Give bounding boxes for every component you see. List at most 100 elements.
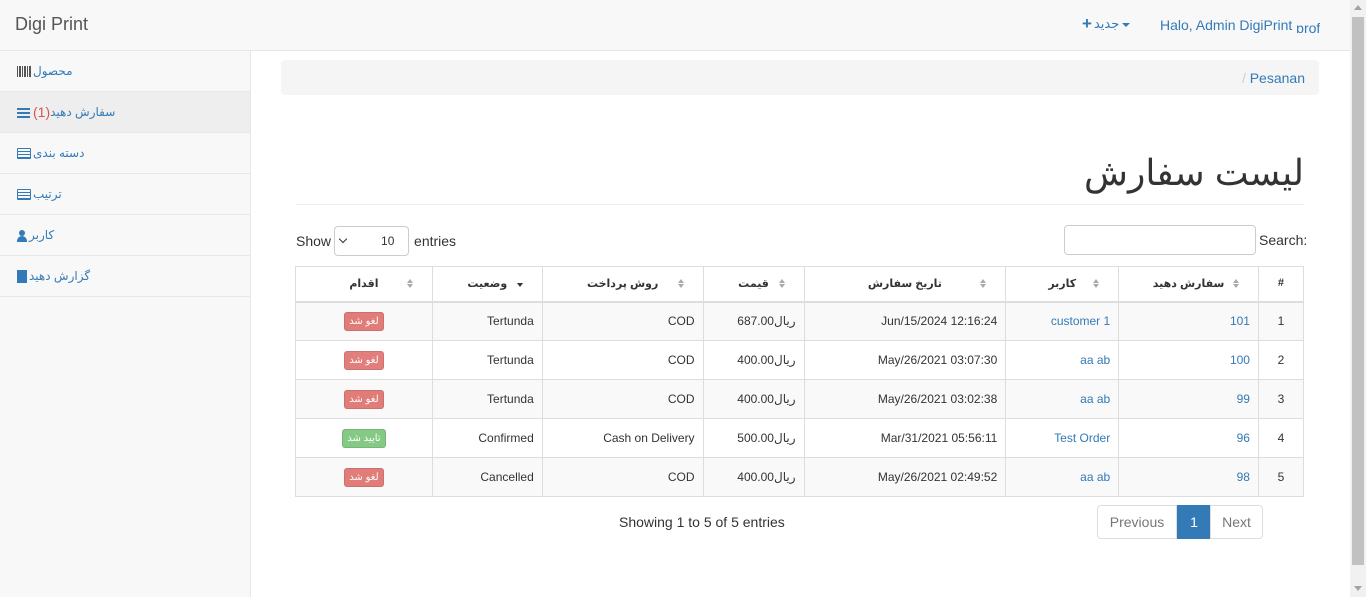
sidebar: محصول (1) سفارش دهید دسته بندی ترتیب کار… bbox=[0, 51, 251, 597]
search-input[interactable] bbox=[1064, 225, 1256, 255]
scroll-down-icon[interactable] bbox=[1354, 586, 1362, 591]
sidebar-item-label: ترتیب bbox=[33, 187, 62, 201]
sort-icon bbox=[1093, 279, 1100, 289]
breadcrumb: / Pesanan bbox=[281, 60, 1319, 95]
user-link[interactable]: aa ab bbox=[1080, 470, 1110, 484]
date-cell: May/26/2021 03:02:38 bbox=[803, 379, 1007, 419]
scroll-thumb[interactable] bbox=[1352, 17, 1364, 565]
search-label: Search: bbox=[1259, 232, 1308, 248]
action-badge-button[interactable]: تایید شد bbox=[342, 428, 386, 448]
column-header-price[interactable]: قیمت bbox=[702, 266, 805, 303]
sidebar-item-users[interactable]: کاربر bbox=[0, 215, 250, 256]
order-link-cell: 99 bbox=[1118, 379, 1259, 419]
user-link-cell: aa ab bbox=[1005, 457, 1120, 497]
previous-page-button[interactable]: Previous bbox=[1097, 505, 1177, 539]
user-icon bbox=[17, 229, 27, 242]
breadcrumb-current[interactable]: Pesanan bbox=[1250, 70, 1305, 86]
column-header-user[interactable]: کاربر bbox=[1005, 266, 1120, 303]
action-cell: لغو شد bbox=[295, 301, 433, 341]
order-link[interactable]: 96 bbox=[1237, 431, 1250, 445]
date-cell: Mar/31/2021 05:56:11 bbox=[803, 418, 1007, 458]
column-header-payment[interactable]: روش پرداخت bbox=[541, 266, 704, 303]
table-row: تایید شد Confirmed Cash on Delivery 500.00ر… bbox=[295, 418, 1305, 458]
barcode-icon bbox=[17, 65, 31, 77]
action-badge-button[interactable]: لغو شد bbox=[344, 389, 384, 409]
action-cell: لغو شد bbox=[295, 379, 433, 419]
row-number: 3 bbox=[1257, 379, 1305, 419]
action-badge-button[interactable]: لغو شد bbox=[344, 467, 384, 487]
payment-cell: Cash on Delivery bbox=[541, 418, 704, 458]
sort-desc-icon bbox=[516, 279, 524, 289]
order-link-cell: 100 bbox=[1118, 340, 1259, 380]
brand-link[interactable]: Digi Print bbox=[15, 14, 88, 35]
scroll-up-icon[interactable] bbox=[1354, 5, 1362, 10]
column-header-date[interactable]: تاریخ سفارش bbox=[803, 266, 1007, 303]
row-number: 2 bbox=[1257, 340, 1305, 380]
page-length-value: 10 bbox=[381, 234, 395, 248]
user-link[interactable]: Test Order bbox=[1054, 431, 1110, 445]
user-link[interactable]: aa ab bbox=[1080, 392, 1110, 406]
plus-icon: + bbox=[1082, 14, 1092, 33]
order-link[interactable]: 101 bbox=[1230, 314, 1250, 328]
sort-icon bbox=[778, 279, 786, 289]
row-number: 1 bbox=[1257, 301, 1305, 341]
user-link-cell: Test Order bbox=[1005, 418, 1120, 458]
sort-icon bbox=[406, 279, 414, 289]
sidebar-item-reports[interactable]: گزارش دهید bbox=[0, 256, 250, 297]
breadcrumb-separator: / bbox=[1241, 70, 1246, 86]
entries-label: entries bbox=[414, 233, 457, 249]
sidebar-item-categories[interactable]: دسته بندی bbox=[0, 133, 250, 174]
page-length-select[interactable]: 10 bbox=[334, 226, 410, 256]
user-menu[interactable]: Halo, Admin DigiPrint prof bbox=[1160, 17, 1320, 33]
action-badge-button[interactable]: لغو شد bbox=[344, 350, 384, 370]
bars-icon bbox=[17, 107, 31, 118]
column-header-status[interactable]: وضعیت bbox=[431, 266, 543, 303]
payment-cell: COD bbox=[541, 379, 704, 419]
title-divider bbox=[296, 204, 1304, 205]
new-dropdown[interactable]: + جدید bbox=[1082, 14, 1131, 33]
order-link[interactable]: 98 bbox=[1237, 470, 1250, 484]
sidebar-item-label: کاربر bbox=[29, 228, 55, 242]
column-header-number[interactable]: # bbox=[1257, 266, 1305, 303]
next-page-button[interactable]: Next bbox=[1210, 505, 1263, 539]
sidebar-item-label: دسته بندی bbox=[33, 146, 85, 160]
order-link[interactable]: 100 bbox=[1230, 353, 1250, 367]
column-header-order[interactable]: سفارش دهید bbox=[1118, 266, 1259, 303]
user-link[interactable]: aa ab bbox=[1080, 353, 1110, 367]
list-alt-icon bbox=[17, 147, 31, 159]
price-cell: 687.00ریال bbox=[702, 301, 805, 341]
table-header-row: اقدام وضعیت روش پرداخت قیمت تاریخ سفارش … bbox=[295, 266, 1305, 303]
status-cell: Cancelled bbox=[431, 457, 543, 497]
sidebar-item-sorting[interactable]: ترتیب bbox=[0, 174, 250, 215]
row-number: 4 bbox=[1257, 418, 1305, 458]
payment-cell: COD bbox=[541, 340, 704, 380]
status-cell: Tertunda bbox=[431, 340, 543, 380]
user-link[interactable]: customer 1 bbox=[1051, 314, 1110, 328]
price-cell: 400.00ریال bbox=[702, 340, 805, 380]
user-greeting: Halo, Admin DigiPrint bbox=[1160, 17, 1293, 33]
order-link[interactable]: 99 bbox=[1237, 392, 1250, 406]
action-cell: لغو شد bbox=[295, 457, 433, 497]
status-cell: Tertunda bbox=[431, 379, 543, 419]
payment-cell: COD bbox=[541, 457, 704, 497]
status-cell: Tertunda bbox=[431, 301, 543, 341]
action-badge-button[interactable]: لغو شد bbox=[344, 311, 384, 331]
file-icon bbox=[17, 269, 27, 283]
user-link-cell: aa ab bbox=[1005, 340, 1120, 380]
date-cell: May/26/2021 02:49:52 bbox=[803, 457, 1007, 497]
vertical-scrollbar[interactable] bbox=[1350, 0, 1366, 597]
new-label: جدید bbox=[1093, 16, 1120, 31]
payment-cell: COD bbox=[541, 301, 704, 341]
sidebar-item-orders[interactable]: (1) سفارش دهید bbox=[0, 92, 250, 133]
price-cell: 400.00ریال bbox=[702, 457, 805, 497]
user-profile-suffix: prof bbox=[1296, 20, 1320, 33]
page-title: لیست سفارش bbox=[1084, 152, 1304, 193]
pagination: Previous 1 Next bbox=[1097, 505, 1263, 539]
page-length-control: Show 10 entries bbox=[296, 226, 456, 256]
column-header-action[interactable]: اقدام bbox=[295, 266, 433, 303]
sidebar-item-products[interactable]: محصول bbox=[0, 51, 250, 92]
sidebar-item-label: گزارش دهید bbox=[29, 269, 91, 283]
orders-count-badge: (1) bbox=[33, 104, 51, 120]
caret-down-icon bbox=[1122, 23, 1131, 27]
page-1-button[interactable]: 1 bbox=[1177, 505, 1211, 539]
